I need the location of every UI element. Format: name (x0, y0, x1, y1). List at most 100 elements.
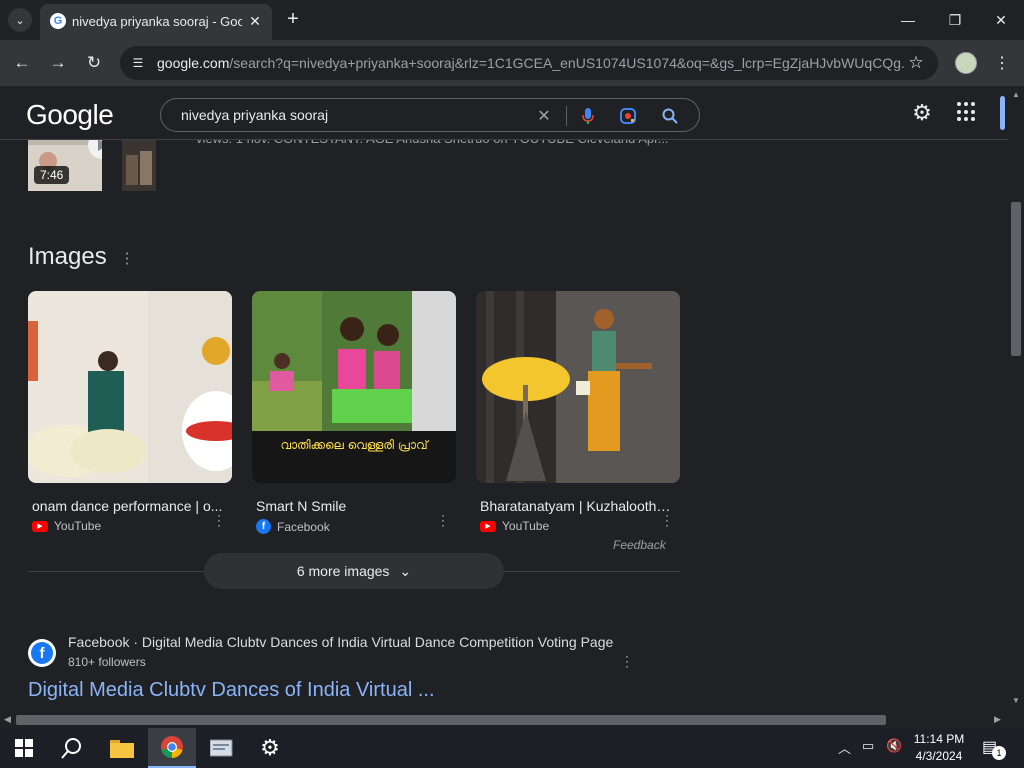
url-host: google.com (157, 55, 230, 71)
image-source-label: Facebook (277, 519, 330, 534)
clock-date: 4/3/2024 (915, 749, 963, 763)
image-thumbnail-bharatanatyam[interactable] (476, 291, 680, 483)
image-thumbnail-smart-n-smile[interactable]: വാതിക്കലെ വെള്ളരി പ്രാവ് (252, 291, 456, 483)
vertical-scroll-thumb[interactable] (1011, 202, 1021, 356)
notification-count-badge: 1 (992, 746, 1006, 760)
youtube-icon: ▶ (32, 520, 48, 532)
minimize-button[interactable]: — (893, 6, 923, 34)
image-result-card[interactable]: വാതിക്കലെ വെള്ളരി പ്രാവ് Smart N Smile f… (252, 291, 456, 534)
network-icon[interactable]: ▭ (862, 738, 874, 754)
chrome-taskbar-button[interactable] (148, 728, 196, 768)
taskbar-search-button[interactable] (48, 728, 96, 768)
scroll-right-arrow[interactable]: ▶ (994, 714, 1001, 725)
video-thumbnail-small[interactable] (122, 131, 156, 191)
result-options-icon[interactable]: ⋮ (620, 653, 634, 670)
folder-icon (110, 740, 134, 758)
search-divider (566, 106, 567, 126)
site-info-icon[interactable]: ☰ (130, 55, 146, 71)
scroll-up-arrow[interactable]: ▲ (1011, 90, 1021, 99)
search-icon (61, 738, 81, 759)
image-source[interactable]: f Facebook (252, 519, 456, 534)
tab-title: nivedya priyanka sooraj - Google (72, 14, 242, 29)
restore-button[interactable]: ❐ (940, 6, 970, 34)
close-window-button[interactable]: ✕ (986, 6, 1016, 34)
settings-gear-icon[interactable]: ⚙ (910, 100, 934, 125)
youtube-icon: ▶ (480, 520, 496, 532)
search-results-page: 7:46 views. 1 hov. CONTESTANT. AGE Anush… (0, 86, 1008, 712)
lens-search-icon[interactable] (617, 105, 639, 127)
chevron-down-icon: ⌄ (399, 562, 412, 579)
result-site-line[interactable]: Facebook · Digital Media Clubtv Dances o… (68, 634, 613, 650)
google-favicon-icon: G (50, 13, 66, 29)
bookmark-star-icon[interactable]: ☆ (906, 53, 926, 73)
google-apps-icon[interactable] (957, 102, 977, 122)
images-heading: Images (28, 243, 107, 270)
browser-toolbar: ← → ↻ ☰ google.com/search?q=nivedya+priy… (0, 40, 1024, 86)
result-title-link[interactable]: Digital Media Clubtv Dances of India Vir… (28, 679, 435, 702)
account-accent-bar (1000, 96, 1005, 130)
image-overlay-text: വാതിക്കലെ വെള്ളരി പ്രാവ് (280, 438, 429, 452)
image-title[interactable]: Bharatanatyam | Kuzhaloothi ... (476, 498, 672, 514)
feedback-link[interactable]: Feedback (613, 538, 666, 552)
video-duration-badge: 7:46 (34, 166, 70, 184)
profile-avatar[interactable] (955, 52, 977, 74)
app-taskbar-button[interactable] (198, 728, 246, 768)
image-options-icon[interactable]: ⋮ (212, 512, 226, 529)
voice-search-icon[interactable] (577, 105, 599, 127)
horizontal-scrollbar[interactable]: ◀ ▶ (0, 712, 1008, 728)
screen: ⌄ G nivedya priyanka sooraj - Google ✕ +… (0, 0, 1024, 768)
address-bar[interactable]: ☰ google.com/search?q=nivedya+priyanka+s… (120, 46, 938, 80)
vertical-scrollbar[interactable]: ▲ ▼ (1008, 86, 1024, 712)
new-tab-button[interactable]: + (282, 8, 304, 30)
facebook-site-icon[interactable]: f (28, 639, 56, 667)
tab-close-icon[interactable]: ✕ (246, 12, 264, 30)
search-input[interactable]: nivedya priyanka sooraj (181, 107, 328, 123)
url-text[interactable]: google.com/search?q=nivedya+priyanka+soo… (157, 55, 905, 71)
more-images-button[interactable]: 6 more images ⌄ (204, 553, 504, 589)
images-options-icon[interactable]: ⋮ (120, 249, 135, 267)
image-source[interactable]: ▶ YouTube (28, 519, 232, 533)
search-box[interactable]: nivedya priyanka sooraj ✕ (160, 98, 700, 132)
image-title[interactable]: Smart N Smile (252, 498, 448, 514)
file-explorer-button[interactable] (98, 728, 146, 768)
active-tab[interactable]: G nivedya priyanka sooraj - Google ✕ (40, 4, 272, 40)
clock-time: 11:14 PM (913, 732, 965, 746)
volume-muted-icon[interactable]: 🔇 (886, 738, 902, 754)
system-clock[interactable]: 11:14 PM 4/3/2024 (908, 731, 970, 765)
google-logo[interactable]: Google (26, 99, 114, 131)
back-button[interactable]: ← (10, 51, 34, 75)
google-header: Google nivedya priyanka sooraj ✕ ⚙ (0, 86, 1008, 140)
window-app-icon (210, 739, 233, 757)
result-followers: 810+ followers (68, 655, 146, 669)
chrome-menu-icon[interactable]: ⋮ (992, 52, 1012, 74)
chrome-icon (161, 736, 183, 758)
more-images-label: 6 more images (296, 563, 390, 579)
image-options-icon[interactable]: ⋮ (660, 512, 674, 529)
image-result-card[interactable]: onam dance performance | o... ▶ YouTube … (24, 291, 250, 533)
settings-taskbar-button[interactable]: ⚙ (246, 728, 294, 768)
clear-search-icon[interactable]: ✕ (533, 105, 555, 127)
start-button[interactable] (0, 728, 48, 768)
horizontal-scroll-thumb[interactable] (16, 715, 886, 725)
windows-logo-icon (15, 739, 33, 757)
windows-taskbar: ⚙ ︿ ▭ 🔇 11:14 PM 4/3/2024 ▤ 1 (0, 728, 1024, 768)
image-thumbnail-onam-dance[interactable] (24, 291, 250, 483)
show-hidden-icons-chevron[interactable]: ︿ (838, 738, 851, 757)
scroll-left-arrow[interactable]: ◀ (4, 714, 11, 725)
image-options-icon[interactable]: ⋮ (436, 512, 450, 529)
search-icon[interactable] (659, 105, 681, 127)
forward-button[interactable]: → (46, 51, 70, 75)
url-path: /search?q=nivedya+priyanka+sooraj&rlz=1C… (229, 55, 905, 71)
image-title[interactable]: onam dance performance | o... (28, 498, 224, 514)
image-result-card[interactable]: Bharatanatyam | Kuzhaloothi ... ▶ YouTub… (476, 291, 680, 533)
tab-search-button[interactable]: ⌄ (8, 8, 32, 32)
reload-button[interactable]: ↻ (82, 51, 106, 75)
scroll-down-arrow[interactable]: ▼ (1011, 696, 1021, 705)
settings-gear-icon: ⚙ (260, 735, 280, 760)
image-source-label: YouTube (54, 519, 102, 533)
image-source[interactable]: ▶ YouTube (476, 519, 680, 533)
scrollbar-corner (1008, 712, 1024, 728)
facebook-icon: f (256, 519, 271, 534)
image-source-label: YouTube (502, 519, 550, 533)
tab-strip: ⌄ G nivedya priyanka sooraj - Google ✕ +… (0, 0, 1024, 40)
